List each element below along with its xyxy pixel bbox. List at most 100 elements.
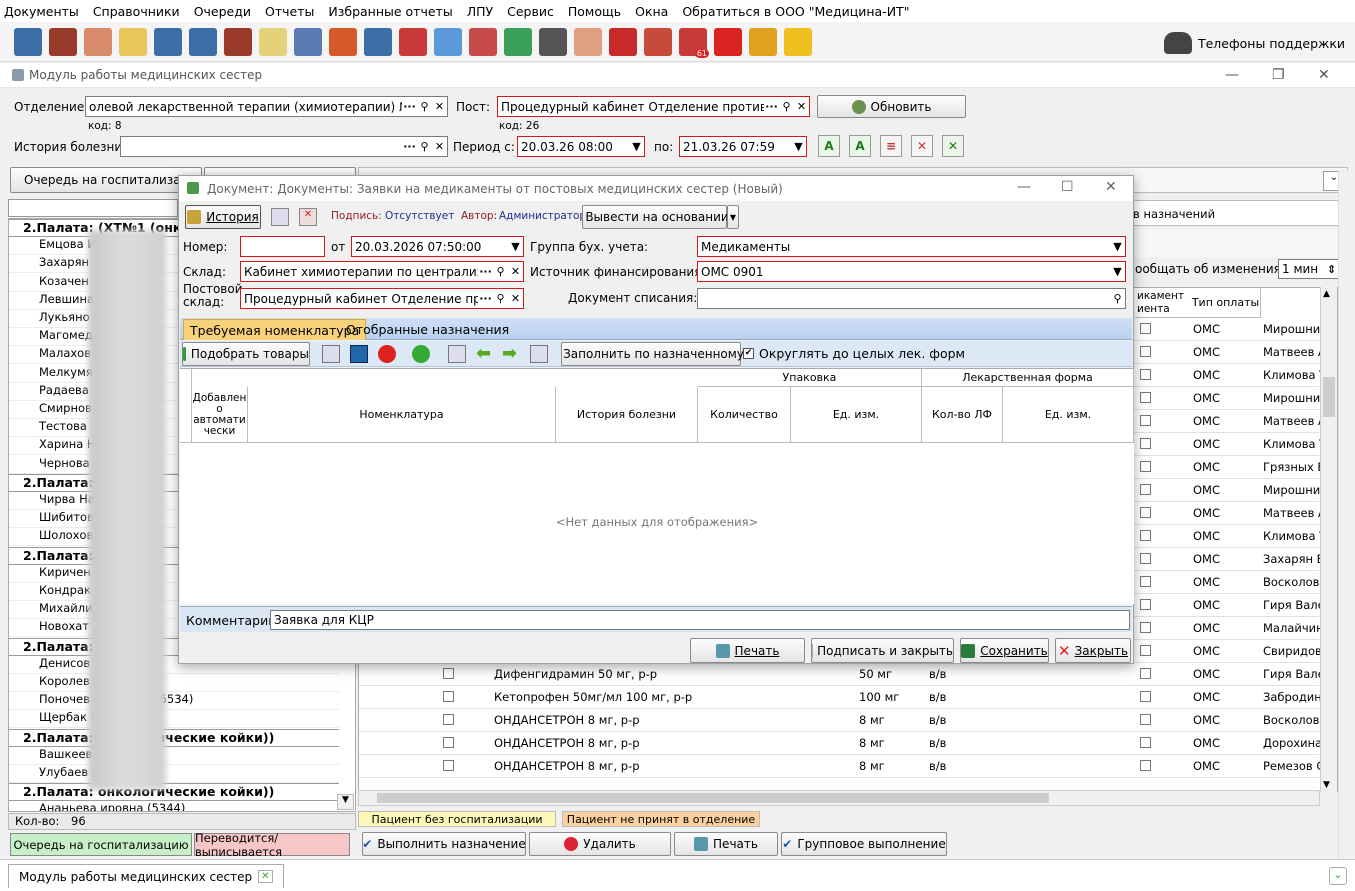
- search-icon[interactable]: ⚲: [493, 292, 508, 305]
- queue-tab-button[interactable]: Очередь на госпитализацию: [10, 167, 207, 193]
- patient-row[interactable]: Вашкеев вич (5508): [9, 747, 339, 765]
- menu-item[interactable]: Справочники: [93, 4, 180, 19]
- expand-icon[interactable]: ⌄: [1329, 867, 1347, 885]
- tab-required-nomenclature[interactable]: Требуемая номенклатура: [183, 319, 367, 340]
- ward-header[interactable]: 2.Палата: онкологические койки)): [9, 783, 339, 802]
- tab-selected-assignments[interactable]: Отобранные назначения: [340, 319, 515, 340]
- more-icon[interactable]: ···: [764, 100, 779, 113]
- patient-row[interactable]: Улубаев вич (5511): [9, 765, 339, 783]
- patient-drug-checkbox[interactable]: [1140, 346, 1151, 357]
- writeoff-field[interactable]: ⚲: [697, 288, 1126, 309]
- surgery-icon[interactable]: [224, 27, 252, 56]
- number-field[interactable]: [240, 236, 325, 257]
- horizontal-scrollbar[interactable]: [358, 790, 1320, 806]
- row-checkbox[interactable]: [443, 737, 454, 748]
- patient-drug-checkbox[interactable]: [1140, 530, 1151, 541]
- menu-item[interactable]: Сервис: [507, 4, 554, 19]
- patient-drug-checkbox[interactable]: [1140, 438, 1151, 449]
- sort-icon[interactable]: ≡: [880, 135, 902, 157]
- delete-button[interactable]: Удалить: [529, 832, 671, 856]
- period-from-field[interactable]: 20.03.26 08:00 ▼: [517, 136, 645, 157]
- search-icon[interactable]: ⚲: [417, 140, 432, 153]
- maximize-icon[interactable]: ☐: [1061, 179, 1074, 195]
- save-button[interactable]: Сохранить: [960, 638, 1049, 663]
- menu-item[interactable]: Очереди: [194, 4, 251, 19]
- capsule-icon[interactable]: [504, 27, 532, 56]
- taskbar-item-module[interactable]: Модуль работы медицинских сестер ✕: [8, 864, 284, 888]
- clear-icon[interactable]: ✕: [794, 100, 809, 113]
- card-icon[interactable]: [14, 27, 42, 56]
- pills-icon[interactable]: [434, 27, 462, 56]
- spin-icon[interactable]: ⇕: [1324, 263, 1339, 276]
- patient-drug-checkbox[interactable]: [1140, 622, 1151, 633]
- chevron-down-icon[interactable]: ▼: [508, 240, 523, 253]
- post-store-field[interactable]: Процедурный кабинет Отделение проти ··· ⚲…: [240, 288, 524, 309]
- patient-row[interactable]: Ананьева ировна (5344): [9, 801, 339, 811]
- patient-drug-checkbox[interactable]: [1140, 415, 1151, 426]
- notepad-icon[interactable]: [259, 27, 287, 56]
- patient-row[interactable]: Щербак вич (5489): [9, 710, 339, 729]
- card-icon[interactable]: [364, 27, 392, 56]
- support-phones-button[interactable]: Телефоны поддержки: [1163, 32, 1345, 54]
- refresh-icon[interactable]: [412, 345, 430, 363]
- scroll-down-icon[interactable]: ▼: [337, 794, 354, 810]
- tab-assignments-list[interactable]: ов назначений: [1126, 207, 1215, 221]
- doctor-icon[interactable]: [574, 27, 602, 56]
- left-search-input[interactable]: [8, 199, 178, 217]
- excel-icon[interactable]: ✕: [942, 135, 964, 157]
- badge-icon[interactable]: 61: [679, 27, 709, 58]
- close-icon[interactable]: ✕: [1105, 179, 1117, 195]
- search-icon[interactable]: ⚲: [417, 100, 432, 113]
- patient-drug-checkbox[interactable]: [1140, 323, 1151, 334]
- notify-interval-field[interactable]: 1 мин ⇕: [1278, 259, 1340, 279]
- columns-icon[interactable]: [448, 345, 466, 363]
- patient-drug-checkbox[interactable]: [1140, 576, 1151, 587]
- more-icon[interactable]: ···: [402, 140, 417, 153]
- delete-row-icon[interactable]: [378, 345, 396, 363]
- store-field[interactable]: Кабинет химиотерапии по централизова ···…: [240, 261, 524, 282]
- history-button[interactable]: История: [185, 205, 261, 229]
- font-decrease-button[interactable]: A: [849, 135, 871, 157]
- menu-item[interactable]: ЛПУ: [467, 4, 493, 19]
- patient-row[interactable]: Королев вич (5357): [9, 674, 339, 692]
- lock-icon[interactable]: [749, 27, 777, 56]
- more-icon[interactable]: ···: [478, 292, 493, 305]
- right-scrollbar[interactable]: ▲ ▼: [1320, 287, 1337, 792]
- save-icon[interactable]: [350, 345, 368, 363]
- sign-doc-icon[interactable]: [271, 208, 289, 226]
- patient-drug-checkbox[interactable]: [1140, 691, 1151, 702]
- card-icon[interactable]: [189, 27, 217, 56]
- close-tab-icon[interactable]: ✕: [258, 870, 273, 883]
- minimize-icon[interactable]: —: [1225, 67, 1239, 83]
- menu-item[interactable]: Помощь: [568, 4, 621, 19]
- edit-list-icon[interactable]: [322, 345, 340, 363]
- minimize-icon[interactable]: —: [1017, 179, 1031, 195]
- red-book-icon[interactable]: [609, 27, 637, 56]
- patient-drug-checkbox[interactable]: [1140, 461, 1151, 472]
- document-icon[interactable]: [119, 27, 147, 56]
- syringe-icon[interactable]: [294, 27, 322, 56]
- table-row[interactable]: ОНДАНСЕТРОН 8 мг, р-р 8 мг в/в ОМС Ремезов С…: [359, 755, 1321, 778]
- clear-icon[interactable]: ✕: [432, 100, 447, 113]
- chat-icon[interactable]: [784, 27, 812, 56]
- patient-drug-checkbox[interactable]: [1140, 484, 1151, 495]
- side-splitter[interactable]: [1338, 170, 1352, 870]
- print-button[interactable]: Печать: [674, 832, 778, 856]
- row-checkbox[interactable]: [443, 691, 454, 702]
- patient-drug-checkbox[interactable]: [1140, 668, 1151, 679]
- more-icon[interactable]: ···: [402, 100, 417, 113]
- scroll-up-icon[interactable]: ▲: [1323, 289, 1330, 299]
- dialog-print-button[interactable]: Печать: [690, 638, 805, 663]
- patient-drug-checkbox[interactable]: [1140, 645, 1151, 656]
- table-row[interactable]: Дифенгидрамин 50 мг, р-р 50 мг в/в ОМС Гиря …: [359, 663, 1321, 686]
- dept-field[interactable]: олевой лекарственной терапии (химиотерап…: [85, 96, 448, 117]
- books-icon[interactable]: [469, 27, 497, 56]
- table-row[interactable]: ОНДАНСЕТРОН 8 мг, р-р 8 мг в/в ОМС Дорохина …: [359, 732, 1321, 755]
- chevron-down-icon[interactable]: ▼: [1110, 265, 1125, 278]
- nurse-icon[interactable]: [84, 27, 112, 56]
- fin-field[interactable]: ОМС 0901 ▼: [697, 261, 1126, 282]
- group-execute-button[interactable]: ✔ Групповое выполнение: [781, 832, 947, 856]
- patient-drug-checkbox[interactable]: [1140, 737, 1151, 748]
- history-field[interactable]: ··· ⚲ ✕: [120, 136, 448, 157]
- search-icon[interactable]: ⚲: [779, 100, 794, 113]
